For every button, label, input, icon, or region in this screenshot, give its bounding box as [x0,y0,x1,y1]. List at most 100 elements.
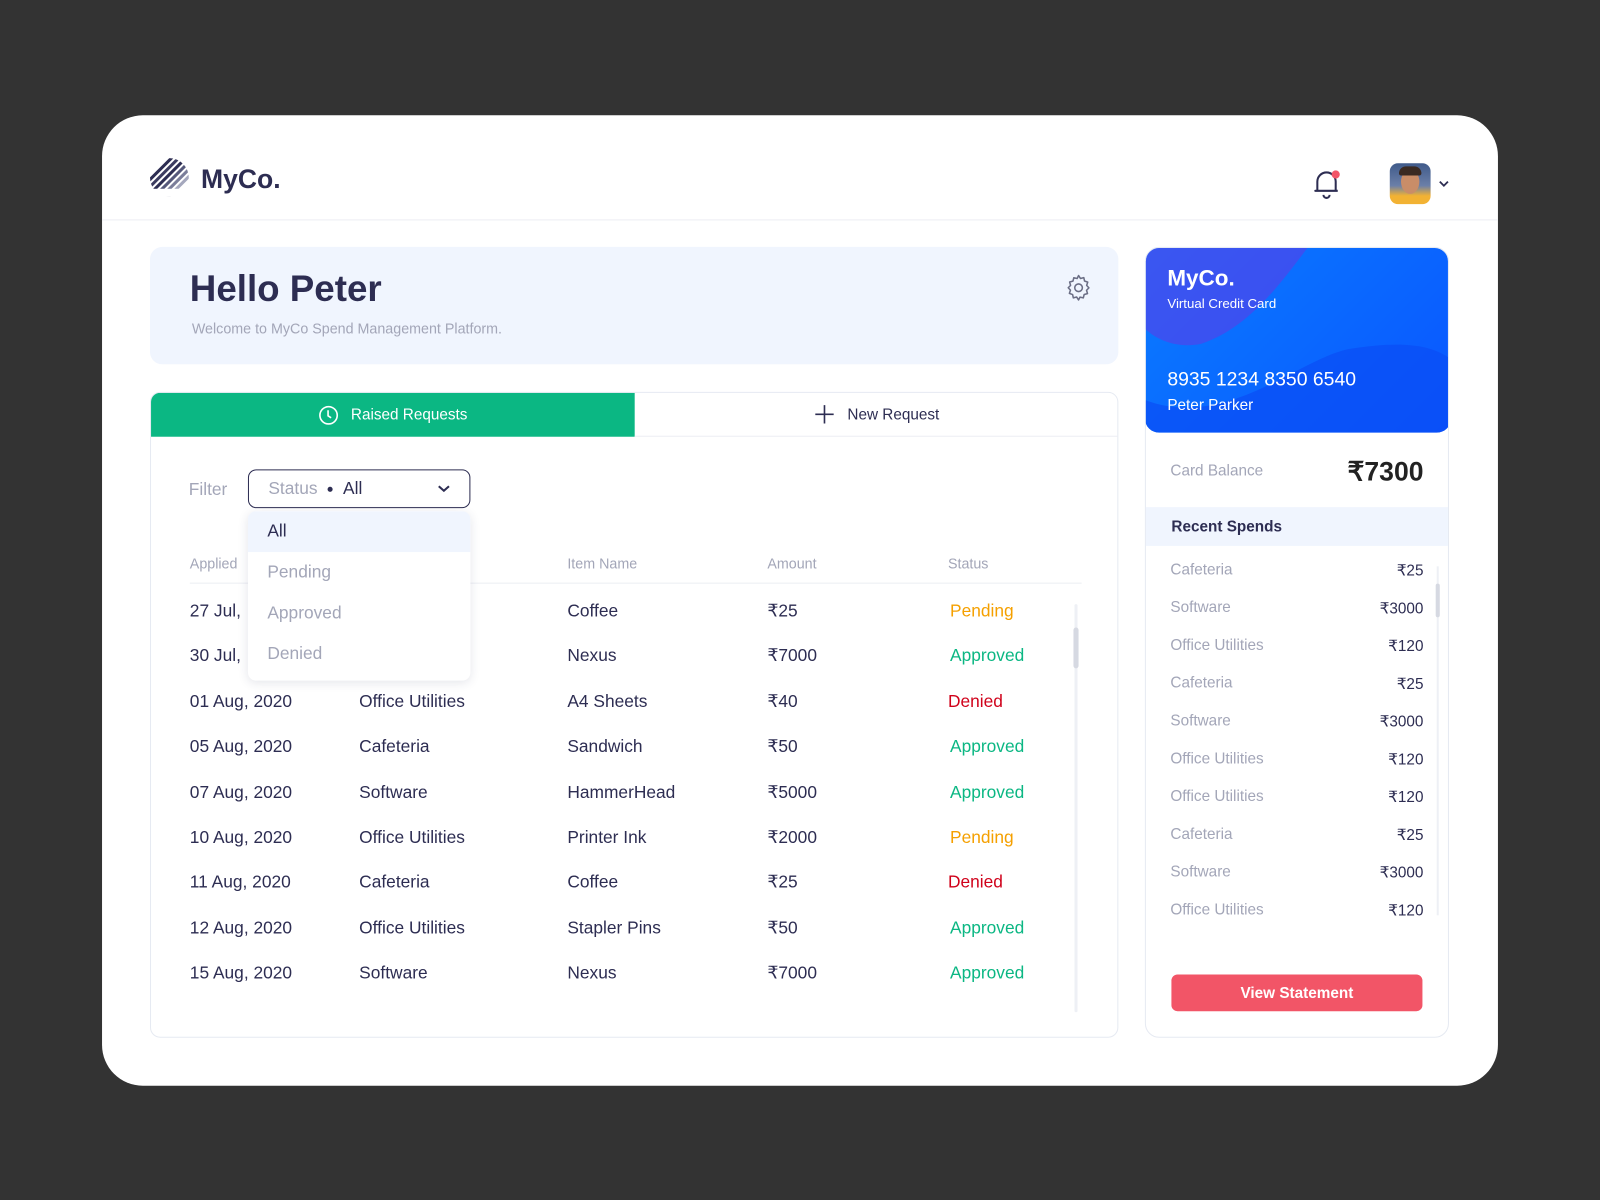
tab-label: New Request [847,405,940,423]
card-holder: Peter Parker [1167,396,1254,415]
category-cell: Cafeteria [359,736,430,757]
status-cell: Approved [949,736,1025,757]
item-cell: Sandwich [567,736,643,757]
card-balance-label: Card Balance [1170,462,1264,480]
logo-icon [149,158,189,197]
spend-category: Office Utilities [1170,749,1264,768]
date-cell: 10 Aug, 2020 [189,827,293,847]
recent-spends-title: Recent Spends [1145,507,1448,546]
welcome-banner: Hello Peter Welcome to MyCo Spend Manage… [149,246,1119,365]
category-cell: Software [359,963,428,983]
chevron-down-icon [438,485,450,493]
spends-scrollbar-thumb[interactable] [1435,583,1440,618]
card-brand: MyCo. [1167,265,1235,291]
status-dropdown-menu: All Pending Approved Denied [247,511,471,681]
item-cell: A4 Sheets [567,691,648,712]
tab-new-request[interactable]: New Request [634,393,1118,437]
item-cell: Stapler Pins [567,918,661,938]
clock-icon [318,405,338,425]
brand-name: MyCo. [201,163,281,194]
status-filter-select[interactable]: Status All [247,469,471,509]
bell-icon[interactable] [1312,168,1341,199]
item-cell: Printer Ink [567,827,647,847]
category-cell: Software [359,782,428,802]
amount-cell: ₹5000 [767,782,817,802]
date-cell: 07 Aug, 2020 [189,782,293,802]
column-header: Item Name [567,555,638,572]
spend-amount: ₹25 [1396,675,1424,693]
item-cell: Nexus [567,646,617,666]
gear-icon[interactable] [1064,273,1093,302]
spend-amount: ₹120 [1388,637,1424,656]
chevron-down-icon[interactable] [1438,179,1450,189]
amount-cell: ₹50 [767,918,798,938]
date-cell: 05 Aug, 2020 [189,736,293,757]
spend-amount: ₹3000 [1379,864,1424,882]
date-cell: 12 Aug, 2020 [189,918,293,938]
page-title: Hello Peter [189,267,382,310]
date-cell: 30 Jul, [189,646,241,666]
card-number: 8935 1234 8350 6540 [1167,369,1357,391]
spend-amount: ₹25 [1396,562,1424,580]
dropdown-option-approved[interactable]: Approved [248,593,470,634]
card-type: Virtual Credit Card [1167,295,1277,312]
amount-cell: ₹2000 [767,827,817,847]
card-balance-value: ₹7300 [1347,456,1424,487]
amount-cell: ₹25 [767,872,798,893]
category-cell: Office Utilities [359,918,465,938]
amount-cell: ₹25 [767,601,798,621]
item-cell: HammerHead [567,782,676,802]
tab-label: Raised Requests [350,406,468,424]
filter-value: All [343,478,363,498]
spend-amount: ₹120 [1388,751,1424,769]
filter-key: Status [268,478,318,498]
item-cell: Coffee [567,601,619,621]
spend-amount: ₹3000 [1379,599,1424,618]
spend-amount: ₹120 [1388,902,1424,920]
plus-icon [815,405,835,424]
avatar[interactable] [1389,163,1431,205]
spend-category: Cafeteria [1170,561,1233,579]
column-header: Status [947,555,989,572]
spend-category: Cafeteria [1170,825,1233,843]
date-cell: 27 Jul, [189,601,241,621]
spend-category: Office Utilities [1170,636,1264,655]
tab-raised-requests[interactable]: Raised Requests [151,392,635,437]
dropdown-option-all[interactable]: All [247,511,471,553]
view-statement-button[interactable]: View Statement [1171,974,1423,1012]
spend-amount: ₹25 [1396,826,1424,844]
date-cell: 01 Aug, 2020 [189,691,293,712]
column-header: Amount [767,555,817,572]
category-cell: Cafeteria [359,872,430,893]
spend-category: Software [1170,598,1231,617]
status-cell: Denied [947,691,1003,712]
status-cell: Approved [949,963,1025,983]
dropdown-option-pending[interactable]: Pending [248,552,470,593]
amount-cell: ₹40 [767,691,798,712]
category-cell: Office Utilities [359,827,465,847]
virtual-credit-card: MyCo. Virtual Credit Card 8935 1234 8350… [1145,247,1448,433]
amount-cell: ₹7000 [767,963,817,983]
item-cell: Nexus [567,963,617,983]
spend-category: Office Utilities [1170,787,1264,806]
spends-scrollbar[interactable] [1436,566,1439,916]
spend-category: Cafeteria [1170,674,1233,692]
date-cell: 15 Aug, 2020 [189,963,293,983]
status-cell: Approved [949,918,1025,938]
header-divider [102,219,1498,221]
spend-category: Office Utilities [1170,901,1264,919]
table-scrollbar-thumb[interactable] [1073,627,1079,669]
category-cell: Office Utilities [359,691,465,712]
amount-cell: ₹50 [767,736,798,757]
dropdown-option-denied[interactable]: Denied [248,634,470,675]
welcome-subtitle: Welcome to MyCo Spend Management Platfor… [191,320,503,337]
amount-cell: ₹7000 [767,646,817,666]
status-cell: Denied [947,872,1003,893]
date-cell: 11 Aug, 2020 [189,872,291,893]
separator-dot [327,486,333,492]
filter-label: Filter [188,479,228,499]
item-cell: Coffee [567,872,619,893]
column-header: Applied [189,555,238,572]
spend-amount: ₹3000 [1379,713,1424,731]
status-cell: Pending [949,827,1014,847]
